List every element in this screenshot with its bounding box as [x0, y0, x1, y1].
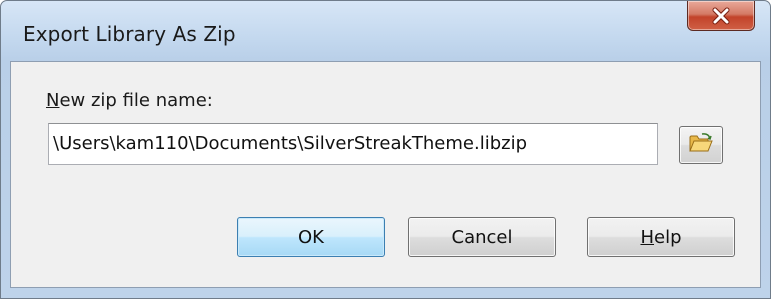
dialog-body: New zip file name: \Users\kam110\Documen…	[10, 61, 761, 288]
close-button[interactable]	[687, 1, 755, 31]
label-text: ew zip file name:	[59, 90, 213, 111]
help-label-rest: elp	[654, 226, 682, 248]
title-bar[interactable]: Export Library As Zip	[1, 1, 770, 61]
zip-file-name-label: New zip file name:	[46, 90, 213, 111]
export-zip-dialog: Export Library As Zip New zip file name:…	[0, 0, 771, 299]
label-mnemonic: N	[46, 90, 60, 111]
dialog-title: Export Library As Zip	[23, 22, 236, 46]
browse-button[interactable]	[679, 126, 723, 164]
help-mnemonic: H	[640, 226, 655, 248]
zip-file-path-input[interactable]: \Users\kam110\Documents\SilverStreakThem…	[48, 123, 658, 165]
cancel-button[interactable]: Cancel	[408, 217, 556, 257]
close-icon	[688, 1, 754, 30]
ok-button[interactable]: OK	[237, 217, 385, 257]
help-button[interactable]: Help	[587, 217, 735, 257]
open-folder-icon	[688, 132, 714, 159]
